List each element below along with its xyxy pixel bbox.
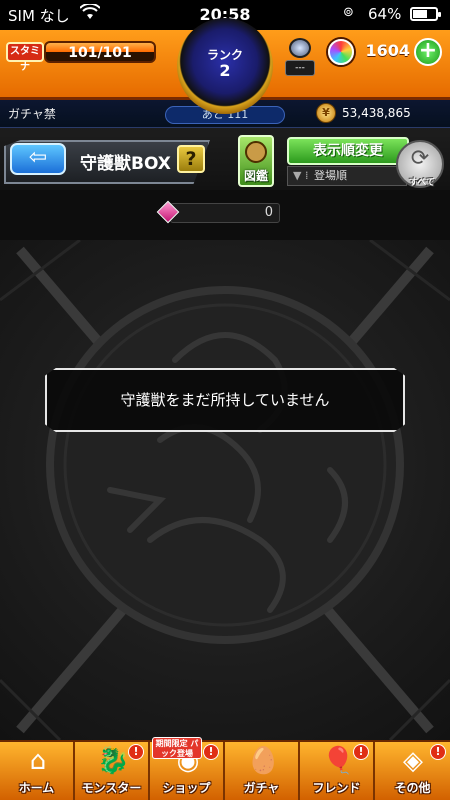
nav-home[interactable]: ⌂ ホーム	[0, 742, 75, 800]
zukan-icon	[245, 141, 267, 163]
monster-icon: 🐉	[97, 746, 130, 776]
orb-device-head	[289, 38, 311, 58]
gacha-egg-icon: 🥚	[247, 746, 280, 776]
player-name: ガチャ禁	[8, 107, 56, 121]
battery-percent: 64%	[368, 5, 402, 23]
help-button[interactable]: ?	[177, 145, 205, 173]
nav-friend[interactable]: 🎈 ! フレンド	[300, 742, 375, 800]
sort-current-label: 登場順	[314, 169, 347, 182]
shop-alert-icon: !	[203, 744, 219, 760]
nav-home-label: ホーム	[18, 781, 55, 795]
friend-alert-icon: !	[353, 744, 369, 760]
rank-value: 2	[219, 61, 231, 80]
nav-other[interactable]: ◈ ! その他	[375, 742, 450, 800]
orb-device-value: ---	[285, 60, 315, 76]
orb-device-icon[interactable]: ---	[285, 38, 315, 78]
filter-all-label: すべて	[408, 178, 435, 188]
rotation-lock-icon: ⊚	[343, 5, 354, 20]
limited-pack-badge: 期間限定 パック登場	[152, 737, 202, 759]
add-orb-button[interactable]: +	[414, 38, 442, 66]
page-title: 守護獣BOX	[80, 154, 171, 174]
stamina-value: 101/101	[68, 45, 132, 61]
friend-balloon-icon: 🎈	[322, 746, 355, 776]
sort-current-select[interactable]: ▼ ⁞ 登場順	[287, 166, 407, 186]
zukan-label: 図鑑	[243, 169, 268, 183]
other-sign-icon: ◈	[403, 746, 423, 776]
empty-message: 守護獣をまだ所持していません	[45, 368, 405, 432]
gold-coin-icon: ¥	[316, 103, 336, 123]
back-arrow-icon: ⇦	[28, 145, 48, 170]
home-icon: ⌂	[29, 746, 47, 776]
back-button[interactable]: ⇦	[10, 143, 66, 175]
nav-other-label: その他	[394, 781, 431, 795]
orb-count: 1604	[365, 41, 410, 60]
rank-badge[interactable]: ランク 2	[177, 18, 273, 114]
monster-alert-icon: !	[128, 744, 144, 760]
nav-shop-label: ショップ	[162, 781, 211, 795]
refresh-icon: ⟳	[410, 146, 430, 171]
battery-fill	[413, 10, 428, 18]
stamina-label: スタミナ	[6, 42, 44, 73]
nav-friend-label: フレンド	[312, 781, 361, 795]
gold-value: 53,438,865	[342, 106, 411, 120]
count-row: 0	[0, 190, 450, 240]
stamina-bar: 101/101	[44, 41, 156, 63]
other-alert-icon: !	[430, 744, 446, 760]
filter-icon: ▼ ⁞	[293, 169, 309, 182]
box-count: 0	[170, 203, 280, 223]
filter-all-button[interactable]: ⟳ すべて	[396, 140, 444, 188]
emblem-background	[0, 240, 450, 740]
battery-icon	[410, 7, 441, 21]
nav-monster-label: モンスター	[81, 781, 142, 795]
nav-gacha-label: ガチャ	[243, 781, 280, 795]
nav-monster[interactable]: 🐉 ! モンスター	[75, 742, 150, 800]
main-area	[0, 240, 450, 740]
bottom-nav: ⌂ ホーム 🐉 ! モンスター ◉ ! ショップ 🥚 ガチャ 🎈 ! フレンド …	[0, 740, 450, 800]
nav-gacha[interactable]: 🥚 ガチャ	[225, 742, 300, 800]
sort-order-button[interactable]: 表示順変更	[287, 137, 409, 165]
orb-icon	[328, 39, 354, 65]
zukan-button[interactable]: 図鑑	[238, 135, 274, 187]
